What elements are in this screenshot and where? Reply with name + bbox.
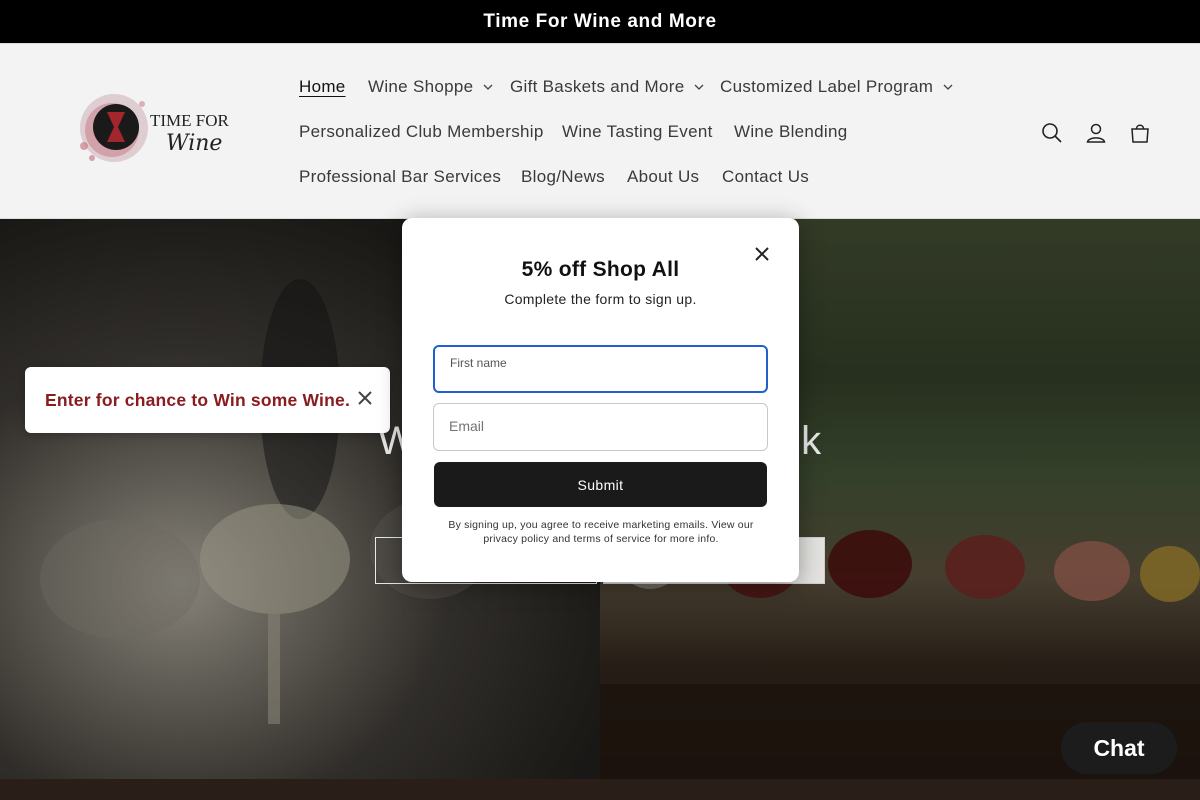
next-section-preview (0, 779, 1200, 800)
first-name-field[interactable]: First name (433, 345, 768, 393)
announcement-bar: Time For Wine and More (0, 0, 1200, 43)
first-name-label: First name (450, 356, 507, 370)
logo-icon: TIME FOR Wine (80, 94, 230, 162)
nav-about-label: About Us (627, 167, 700, 186)
chat-button[interactable]: Chat (1061, 722, 1177, 774)
chevron-down-icon (943, 84, 953, 90)
legal-text: By signing up, you agree to receive mark… (448, 519, 754, 545)
chevron-down-icon (483, 84, 493, 90)
nav-contact[interactable]: Contact Us (722, 167, 809, 187)
nav-bar-services[interactable]: Professional Bar Services (299, 167, 501, 187)
modal-title: 5% off Shop All (521, 258, 680, 281)
logo[interactable]: TIME FOR Wine (62, 84, 247, 174)
search-icon[interactable] (1041, 122, 1063, 144)
submit-button[interactable]: Submit (434, 462, 767, 507)
nav-blog[interactable]: Blog/News (521, 167, 605, 187)
giveaway-teaser[interactable]: Enter for chance to Win some Wine. (25, 367, 390, 433)
nav-wine-blending[interactable]: Wine Blending (734, 122, 848, 142)
nav-wine-tasting-label: Wine Tasting Event (562, 122, 713, 141)
nav-customized-label-label: Customized Label Program (720, 77, 934, 96)
nav-club-membership-label: Personalized Club Membership (299, 122, 544, 141)
nav-home[interactable]: Home (299, 77, 346, 97)
announcement-text: Time For Wine and More (483, 10, 717, 32)
email-input[interactable] (449, 418, 749, 434)
nav-customized-label[interactable]: Customized Label Program (720, 77, 953, 97)
logo-text-line1: TIME FOR (150, 111, 230, 130)
nav-club-membership[interactable]: Personalized Club Membership (299, 122, 544, 142)
nav-about[interactable]: About Us (627, 167, 699, 187)
nav-wine-tasting[interactable]: Wine Tasting Event (562, 122, 713, 142)
close-icon[interactable] (358, 391, 372, 405)
chevron-down-icon (695, 84, 704, 90)
modal-subtitle: Complete the form to sign up. (504, 291, 697, 307)
nav-blog-label: Blog/News (521, 167, 605, 186)
logo-text-line2: Wine (166, 131, 222, 156)
nav-bar-services-label: Professional Bar Services (299, 167, 502, 186)
signup-modal: 5% off Shop All Complete the form to sig… (402, 218, 799, 582)
chat-label: Chat (1093, 734, 1145, 761)
nav-gift-baskets-label: Gift Baskets and More (510, 77, 685, 96)
nav-wine-blending-label: Wine Blending (734, 122, 848, 141)
nav-contact-label: Contact Us (722, 167, 810, 186)
giveaway-teaser-text: Enter for chance to Win some Wine. (45, 389, 351, 410)
cart-icon[interactable] (1129, 122, 1151, 144)
nav-wine-shoppe[interactable]: Wine Shoppe (368, 77, 493, 97)
account-icon[interactable] (1085, 122, 1107, 144)
email-field[interactable] (433, 403, 768, 451)
nav-gift-baskets[interactable]: Gift Baskets and More (510, 77, 704, 97)
first-name-input[interactable] (450, 371, 750, 387)
nav-wine-shoppe-label: Wine Shoppe (368, 77, 474, 96)
nav-home-label: Home (299, 77, 346, 96)
site-header: TIME FOR Wine Home Wine Shoppe Gift Bask… (0, 43, 1200, 219)
